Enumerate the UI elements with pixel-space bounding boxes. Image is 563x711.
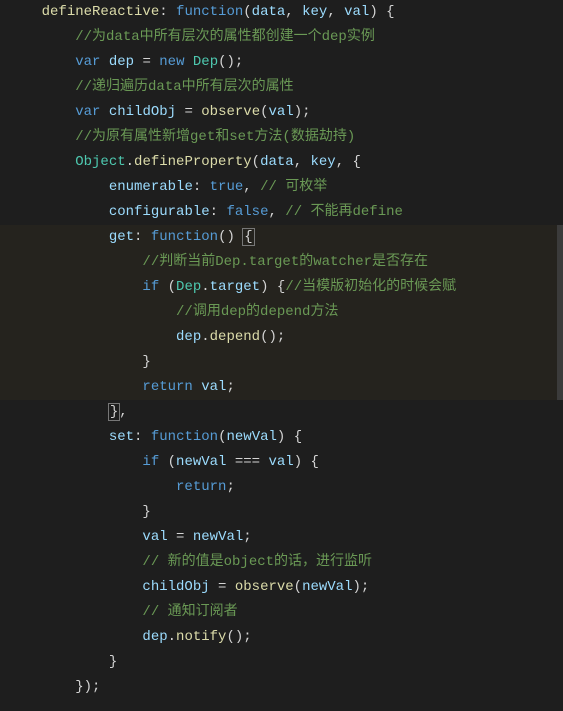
comment: //判断当前Dep.target的watcher是否存在: [142, 254, 428, 270]
code-line: get: function() {: [8, 225, 563, 250]
code-line: Object.defineProperty(data, key, {: [8, 150, 563, 175]
code-line: childObj = observe(newVal);: [8, 575, 563, 600]
code-line: //为原有属性新增get和set方法(数据劫持): [8, 125, 563, 150]
code-line: },: [8, 400, 563, 425]
code-line: //判断当前Dep.target的watcher是否存在: [8, 250, 563, 275]
code-line: set: function(newVal) {: [8, 425, 563, 450]
code-line: return;: [8, 475, 563, 500]
code-line: var childObj = observe(val);: [8, 100, 563, 125]
code-line: //为data中所有层次的属性都创建一个dep实例: [8, 25, 563, 50]
code-line: });: [8, 675, 563, 700]
code-line: dep.notify();: [8, 625, 563, 650]
comment: //当模版初始化的时候会赋: [285, 279, 456, 295]
code-line: enumerable: true, // 可枚举: [8, 175, 563, 200]
code-content: defineReactive: function(data, key, val)…: [8, 0, 563, 700]
code-line: }: [8, 500, 563, 525]
method-name: defineReactive: [42, 4, 160, 20]
code-editor[interactable]: defineReactive: function(data, key, val)…: [0, 0, 563, 700]
code-line: var dep = new Dep();: [8, 50, 563, 75]
code-line: return val;: [8, 375, 563, 400]
code-line: if (newVal === val) {: [8, 450, 563, 475]
code-line: }: [8, 650, 563, 675]
code-line: //调用dep的depend方法: [8, 300, 563, 325]
comment: //为原有属性新增get和set方法(数据劫持): [75, 129, 355, 145]
code-line: //递归遍历data中所有层次的属性: [8, 75, 563, 100]
code-line: defineReactive: function(data, key, val)…: [8, 0, 563, 25]
comment: // 可枚举: [260, 179, 327, 195]
code-line: }: [8, 350, 563, 375]
code-line: // 新的值是object的话，进行监听: [8, 550, 563, 575]
code-line: // 通知订阅者: [8, 600, 563, 625]
code-line: if (Dep.target) {//当模版初始化的时候会赋: [8, 275, 563, 300]
comment: //调用dep的depend方法: [176, 304, 338, 320]
bracket-match: {: [242, 228, 254, 246]
comment: // 不能再define: [285, 204, 403, 220]
code-line: dep.depend();: [8, 325, 563, 350]
comment: // 通知订阅者: [142, 604, 237, 620]
comment: // 新的值是object的话，进行监听: [142, 554, 372, 570]
comment: //为data中所有层次的属性都创建一个dep实例: [75, 29, 375, 45]
comment: //递归遍历data中所有层次的属性: [75, 79, 293, 95]
code-line: val = newVal;: [8, 525, 563, 550]
code-line: configurable: false, // 不能再define: [8, 200, 563, 225]
